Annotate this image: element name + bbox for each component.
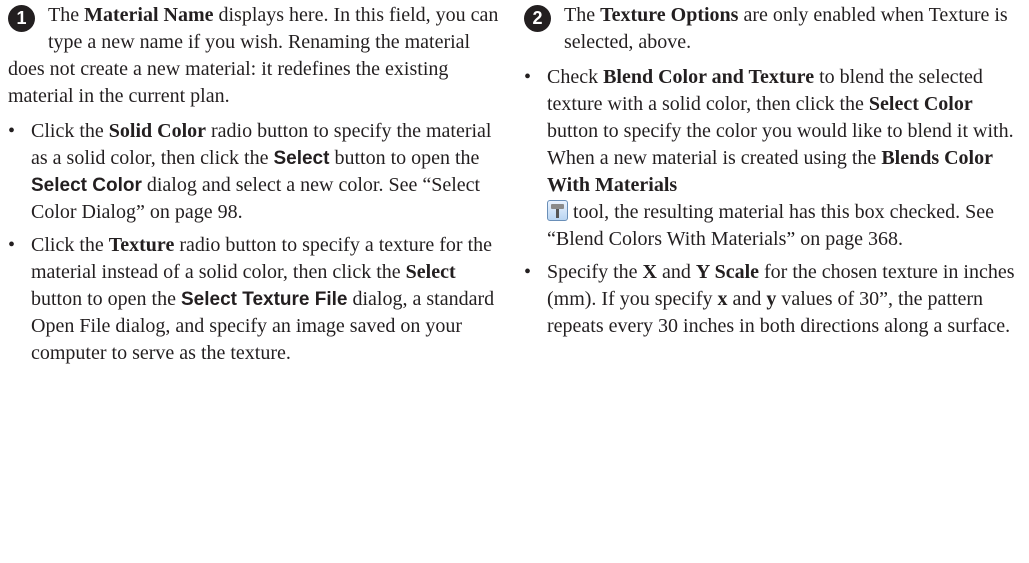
left-column: 1 The Material Name displays here. In thi…: [8, 2, 503, 373]
callout-number-2: 2: [524, 5, 551, 32]
texture-options-description: 2 The Texture Options are only enabled wh…: [524, 2, 1024, 56]
texture-options-term: Texture Options: [600, 4, 739, 26]
texture-bullet: Click the Texture radio button to specif…: [8, 232, 503, 367]
solid-color-bullet: Click the Solid Color radio button to sp…: [8, 118, 503, 226]
material-name-description: 1 The Material Name displays here. In thi…: [8, 4, 499, 107]
material-name-term: Material Name: [84, 4, 214, 26]
blend-color-bullet: Check Blend Color and Texture to blend t…: [524, 64, 1024, 253]
scale-bullet: Specify the X and Y Scale for the chosen…: [524, 259, 1024, 340]
right-column: 2 The Texture Options are only enabled wh…: [524, 2, 1024, 346]
callout-number-1: 1: [8, 5, 35, 32]
blend-colors-icon: [547, 200, 568, 221]
